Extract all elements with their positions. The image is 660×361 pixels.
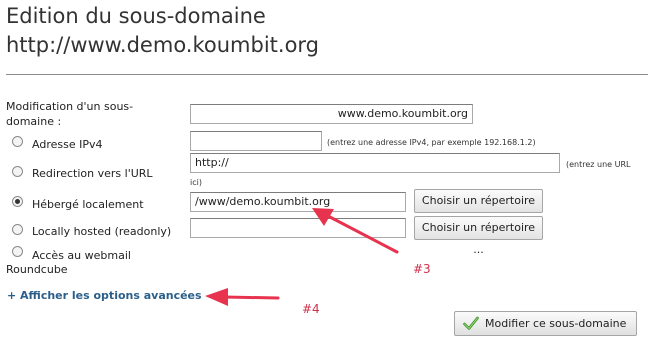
radio-ipv4-label: Adresse IPv4	[32, 138, 103, 151]
radio-hosted-local-label: Hébergé localement	[32, 198, 144, 211]
subdomain-label: Modification d'un sous- domaine :	[6, 99, 133, 129]
choose-directory-button[interactable]: Choisir un répertoire ...	[414, 189, 543, 229]
page-title: Edition du sous-domaine http://www.demo.…	[6, 2, 319, 60]
radio-webmail-label-line1: Accès au webmail	[32, 249, 131, 262]
radio-redirect-label: Redirection vers l'URL	[32, 167, 153, 180]
title-divider	[6, 74, 648, 75]
page-title-line2: http://www.demo.koumbit.org	[6, 33, 320, 57]
subdomain-label-line2: domaine :	[6, 115, 62, 128]
show-advanced-options-link[interactable]: + Afficher les options avancées	[7, 289, 202, 302]
radio-hosted-readonly-label: Locally hosted (readonly)	[32, 225, 172, 238]
arrow-4-head	[205, 288, 228, 306]
redirect-hint-line1: (entrez une URL	[566, 160, 631, 169]
checkmark-icon	[463, 316, 479, 330]
radio-webmail-label-line2: Roundcube	[6, 263, 68, 276]
annotation-3-label: #3	[413, 262, 431, 276]
annotation-4-label: #4	[302, 302, 320, 316]
arrow-4-line	[222, 295, 280, 300]
redirect-url-input[interactable]: http://	[190, 153, 560, 173]
subdomain-input[interactable]: www.demo.koumbit.org	[190, 104, 473, 124]
page-title-line1: Edition du sous-domaine	[6, 4, 266, 28]
choose-directory-readonly-button[interactable]: Choisir un répertoire ...	[414, 216, 543, 256]
radio-ipv4[interactable]	[12, 136, 23, 147]
radio-hosted-readonly[interactable]	[12, 224, 23, 235]
readonly-path-input[interactable]	[190, 218, 406, 238]
ipv4-hint: (entrez une adresse IPv4, par exemple 19…	[327, 138, 536, 147]
local-path-input[interactable]: /www/demo.koumbit.org	[190, 192, 406, 212]
redirect-hint-line2: ici)	[190, 178, 202, 187]
ipv4-input[interactable]	[190, 131, 322, 151]
radio-redirect[interactable]	[12, 166, 23, 177]
radio-webmail[interactable]	[12, 246, 23, 257]
modify-subdomain-label: Modifier ce sous-domaine	[485, 317, 627, 330]
subdomain-label-line1: Modification d'un sous-	[6, 100, 134, 113]
radio-hosted-local[interactable]	[12, 196, 23, 207]
modify-subdomain-button[interactable]: Modifier ce sous-domaine	[454, 311, 637, 336]
